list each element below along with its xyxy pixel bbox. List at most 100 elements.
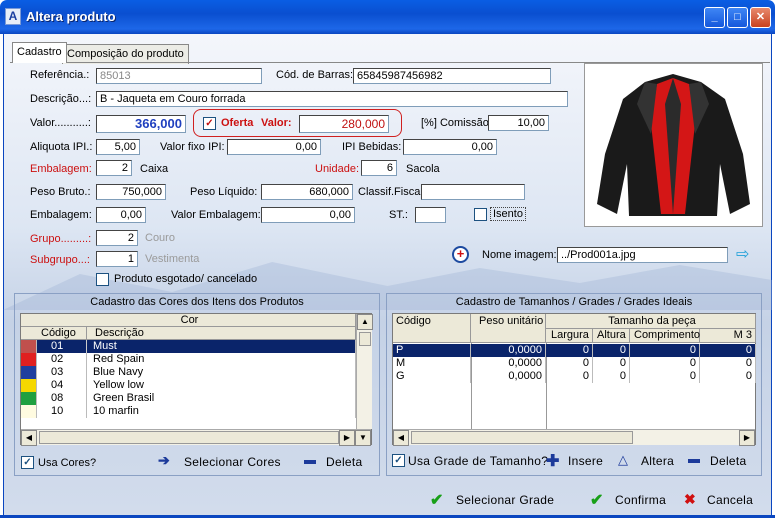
isento-checkbox[interactable] <box>474 208 487 221</box>
close-button[interactable]: ✕ <box>750 7 771 28</box>
minus-icon[interactable] <box>304 460 316 464</box>
tamanhos-grid[interactable]: Código Peso unitário Tamanho da peça Lar… <box>392 313 756 446</box>
title-bar[interactable] <box>0 0 775 34</box>
cell-codigo: P <box>393 344 471 357</box>
table-row[interactable]: P 0,0000 0 0 0 0 <box>393 344 756 357</box>
cod-barras-label: Cód. de Barras: <box>276 69 354 81</box>
arrow-right-icon[interactable]: ⇨ <box>736 247 749 263</box>
cell-codigo: G <box>393 370 471 383</box>
st-field[interactable] <box>415 207 446 223</box>
confirma-button[interactable]: Confirma <box>615 493 666 507</box>
cancel-icon[interactable]: ✖ <box>684 491 696 508</box>
minus-icon[interactable] <box>688 459 700 463</box>
usa-grade-label: Usa Grade de Tamanho? <box>408 454 549 468</box>
cores-grid[interactable]: Cor Código Descrição ▲ 01 Must 02 Red Sp… <box>20 313 373 446</box>
tab-composicao[interactable]: Composição do produto <box>62 44 189 64</box>
classif-fiscal-field[interactable] <box>421 184 525 200</box>
grupo-label: Grupo.........: <box>30 233 92 245</box>
comissao-field[interactable]: 10,00 <box>488 115 549 131</box>
aliquota-ipi-field[interactable]: 5,00 <box>96 139 140 155</box>
cancela-button[interactable]: Cancela <box>707 493 753 507</box>
isento-label[interactable]: Isento <box>490 207 526 221</box>
oferta-valor-field[interactable]: 280,000 <box>299 115 389 133</box>
check-icon[interactable]: ✔ <box>430 490 443 510</box>
cores-col-codigo[interactable]: Código <box>21 327 87 340</box>
cell-peso: 0,0000 <box>471 344 546 357</box>
selecionar-grade-button[interactable]: Selecionar Grade <box>456 493 554 507</box>
peso-liquido-field[interactable]: 680,000 <box>261 184 353 200</box>
tam-col-peso[interactable]: Peso unitário <box>471 314 546 343</box>
oferta-checkbox[interactable]: ✓ <box>203 117 216 130</box>
cores-group-header: Cor <box>21 314 356 327</box>
scroll-thumb[interactable] <box>39 431 339 444</box>
zoom-image-icon[interactable]: + <box>452 246 469 263</box>
scroll-down-icon[interactable]: ▼ <box>355 430 371 446</box>
table-row[interactable]: 01 Must <box>21 340 356 353</box>
cores-hscroll[interactable]: ◀ ▶ ▼ <box>21 429 371 446</box>
nome-imagem-field[interactable]: ../Prod001a.jpg <box>557 247 728 263</box>
tamanhos-hscroll[interactable]: ◀ ▶ <box>393 429 755 446</box>
cell-peso: 0,0000 <box>471 357 546 370</box>
cell-m3: 0 <box>700 344 756 357</box>
plus-icon[interactable]: ✚ <box>546 451 559 471</box>
table-row[interactable]: 10 10 marfin <box>21 405 356 418</box>
altera-button[interactable]: Altera <box>641 454 674 468</box>
arrow-right-icon[interactable]: ➔ <box>158 452 170 469</box>
referencia-field[interactable]: 85013 <box>96 68 262 84</box>
esgotado-checkbox[interactable] <box>96 273 109 286</box>
esgotado-label: Produto esgotado/ cancelado <box>114 273 258 285</box>
cell-largura: 0 <box>546 344 593 357</box>
tab-cadastro[interactable]: Cadastro <box>12 42 67 63</box>
table-row[interactable]: 02 Red Spain <box>21 353 356 366</box>
tam-col-m3[interactable]: M 3 <box>700 329 756 343</box>
valor-field[interactable]: 366,000 <box>96 115 186 133</box>
cores-vscroll[interactable]: ▲ <box>356 314 373 429</box>
usa-cores-checkbox[interactable]: ✓ <box>21 456 34 469</box>
scroll-right-icon[interactable]: ▶ <box>339 430 355 446</box>
table-row[interactable]: M 0,0000 0 0 0 0 <box>393 357 756 370</box>
cell-altura: 0 <box>593 370 630 383</box>
comissao-label: [%] Comissão: <box>421 117 492 129</box>
color-swatch <box>21 340 37 353</box>
selecionar-cores-button[interactable]: Selecionar Cores <box>184 455 281 469</box>
minimize-button[interactable]: _ <box>704 7 725 28</box>
table-row[interactable]: G 0,0000 0 0 0 0 <box>393 370 756 383</box>
subgrupo-field[interactable]: 1 <box>96 251 138 267</box>
table-row[interactable]: 04 Yellow low <box>21 379 356 392</box>
grupo-field[interactable]: 2 <box>96 230 138 246</box>
descricao-field[interactable]: B - Jaqueta em Couro forrada <box>96 91 568 107</box>
scroll-left-icon[interactable]: ◀ <box>21 430 37 446</box>
valor-embalagem-field[interactable]: 0,00 <box>261 207 355 223</box>
maximize-button[interactable]: □ <box>727 7 748 28</box>
ipi-bebidas-label: IPI Bebidas: <box>342 141 402 153</box>
unidade-field[interactable]: 6 <box>361 160 397 176</box>
embalagem2-field[interactable]: 0,00 <box>96 207 146 223</box>
tam-col-altura[interactable]: Altura <box>593 329 630 343</box>
jacket-image <box>597 74 750 216</box>
tam-col-largura[interactable]: Largura <box>546 329 593 343</box>
tam-group-header: Tamanho da peça <box>546 314 756 329</box>
peso-bruto-field[interactable]: 750,000 <box>96 184 166 200</box>
tam-col-codigo[interactable]: Código <box>393 314 471 343</box>
scroll-thumb[interactable] <box>411 431 633 444</box>
ipi-bebidas-field[interactable]: 0,00 <box>403 139 497 155</box>
cod-barras-field[interactable]: 65845987456982 <box>353 68 551 84</box>
embalagem-field[interactable]: 2 <box>96 160 132 176</box>
triangle-icon[interactable]: △ <box>618 452 628 468</box>
deleta-cores-button[interactable]: Deleta <box>326 455 363 469</box>
cores-col-descricao[interactable]: Descrição <box>87 327 356 340</box>
usa-grade-checkbox[interactable]: ✓ <box>392 454 405 467</box>
table-row[interactable]: 03 Blue Navy <box>21 366 356 379</box>
deleta-tamanhos-button[interactable]: Deleta <box>710 454 747 468</box>
scroll-thumb[interactable] <box>359 332 371 346</box>
tam-col-comprimento[interactable]: Comprimento <box>630 329 700 343</box>
insere-button[interactable]: Insere <box>568 454 603 468</box>
valor-fixo-ipi-field[interactable]: 0,00 <box>227 139 321 155</box>
scroll-left-icon[interactable]: ◀ <box>393 430 409 446</box>
scroll-right-icon[interactable]: ▶ <box>739 430 755 446</box>
check-icon[interactable]: ✔ <box>590 490 603 510</box>
color-swatch <box>21 392 37 405</box>
table-row[interactable]: 08 Green Brasil <box>21 392 356 405</box>
oferta-valor-label: Valor: <box>261 117 292 129</box>
scroll-up-icon[interactable]: ▲ <box>357 314 373 330</box>
